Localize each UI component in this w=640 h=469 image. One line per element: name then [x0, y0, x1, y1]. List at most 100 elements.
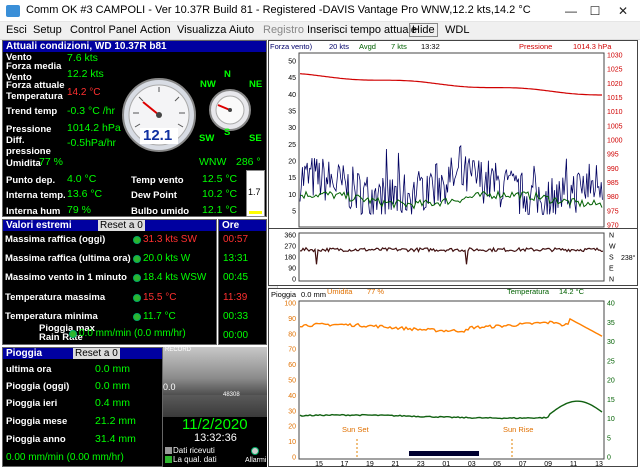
tick-label: 30: [607, 339, 615, 346]
indoor-temp-label: Interna temp.: [6, 190, 66, 201]
tick-label: 180: [284, 255, 296, 262]
wind-chill-label: Temp vento: [131, 175, 184, 186]
menu-esci[interactable]: Esci: [6, 24, 27, 36]
temperature-series-line: [299, 400, 603, 420]
x-tick-label: 13: [595, 461, 603, 468]
extremes-reset-button[interactable]: Reset a 0: [98, 220, 145, 231]
tick-label: 975: [607, 208, 619, 215]
menu-registro[interactable]: Registro: [263, 24, 304, 36]
direction-chart-svg: 360270180900 NWSEN: [284, 232, 616, 284]
tick-label: 10: [288, 192, 296, 199]
app-icon: [6, 5, 20, 17]
compass-s: S: [224, 127, 231, 138]
tick-label: 50: [288, 59, 296, 66]
tick-label: 60: [288, 362, 296, 369]
tick-label: E: [609, 266, 614, 273]
webcam-panel: RECORD 48308 0.0 11/2/2020 13:32:36 Dati…: [163, 347, 267, 467]
tick-label: 25: [607, 358, 615, 365]
x-tick-label: 09: [544, 461, 552, 468]
compass-n: N: [224, 69, 231, 80]
temperature-label: Temperatura: [6, 91, 63, 102]
indoor-hum-label: Interna hum: [6, 206, 61, 217]
extremes-header: Valori estremi Reset a 0: [3, 220, 216, 231]
rain-hour-value: 0.0 mm: [95, 363, 131, 375]
menu-visualizza[interactable]: Visualizza: [177, 24, 226, 36]
tick-label: 90: [288, 266, 296, 273]
gust-hour-label: Massima raffica (ultima ora): [5, 253, 131, 264]
x-tick-label: 05: [493, 461, 501, 468]
max-temp-time: 11:39: [223, 292, 248, 303]
menu-wdl[interactable]: WDL: [445, 24, 469, 36]
x-tick-label: 07: [519, 461, 527, 468]
x-tick-label: 19: [366, 461, 374, 468]
menu-action[interactable]: Action: [140, 24, 171, 36]
minimize-button[interactable]: —: [560, 3, 582, 19]
tick-label: 100: [284, 301, 296, 308]
menu-control-panel[interactable]: Control Panel: [70, 24, 137, 36]
x-tick-label: 15: [315, 461, 323, 468]
max-rain-rate-led: [69, 330, 77, 338]
dew-point-value: 4.0 °C: [67, 173, 97, 185]
tick-label: 270: [284, 244, 296, 251]
tick-label: 30: [288, 125, 296, 132]
data-received-indicator: [165, 447, 172, 454]
tick-label: 1030: [607, 53, 623, 60]
webcam-top-text: RECORD: [165, 347, 192, 353]
x-tick-label: 11: [570, 461, 577, 468]
pressure-label: Pressione: [6, 124, 52, 135]
min-temp-label: Temperatura minima: [5, 311, 98, 322]
maximize-button[interactable]: ☐: [584, 3, 606, 19]
tick-label: 15: [607, 397, 615, 404]
indoor-hum-value: 79 %: [67, 204, 91, 216]
max-temp-value: 15.5 °C: [143, 292, 177, 303]
wind-right-ticks: 1030 1025 1020 1015 1010 1005 1000 995 990 985 980…: [607, 53, 623, 230]
tick-label: 80: [288, 331, 296, 338]
tick-label: 30: [288, 408, 296, 415]
gust-today-led: [133, 236, 141, 244]
alarm-label: Allarmi: [245, 457, 267, 464]
pressure-diff-value: -0.5hPa/hr: [67, 137, 117, 149]
rain-today-label: Pioggia (oggi): [6, 381, 70, 392]
wind-direction-chart: 360 270 180 90 0 NWSEN 238°: [268, 228, 638, 286]
menu-inserisci[interactable]: Inserisci tempo attuale: [307, 24, 417, 36]
title-bar: Comm OK #3 CAMPOLI - Ver 10.37R Build 81…: [0, 0, 640, 22]
rain-today-value: 0.0 mm: [95, 380, 131, 392]
data-quality-label: La qual. dati: [173, 455, 217, 464]
humidity-chart-svg: 1009080706050403020100 4035302520151050 …: [284, 300, 615, 468]
humidity-value: 77 %: [39, 156, 63, 168]
sunrise-label: Sun Rise: [503, 425, 534, 434]
min-temp-led: [133, 313, 141, 321]
wind-series-line: [299, 144, 603, 216]
compass-sw: SW: [199, 133, 215, 144]
data-quality-indicator: [165, 456, 172, 463]
tick-label: 1010: [607, 109, 623, 116]
avg-wind-value: 12.2 kts: [67, 68, 104, 80]
humidity-label: Umidita: [6, 158, 41, 169]
tick-label: 10: [288, 439, 296, 446]
webcam-small-text: 48308: [223, 392, 240, 398]
tick-label: 1025: [607, 67, 623, 74]
direction-series-line: [299, 246, 604, 265]
x-tick-label: 01: [442, 461, 450, 468]
close-button[interactable]: ✕: [612, 3, 634, 19]
menu-aiuto[interactable]: Aiuto: [229, 24, 254, 36]
menu-setup[interactable]: Setup: [33, 24, 62, 36]
pressure-series-line: [299, 73, 602, 96]
tick-label: 20: [288, 424, 296, 431]
compass-se: SE: [249, 133, 262, 144]
tick-label: 1000: [607, 138, 623, 145]
rain-panel: Pioggia Reset a 0 ultima ora 0.0 mm Piog…: [2, 347, 163, 467]
alarm-indicator[interactable]: [251, 447, 259, 455]
gauge-value: 12.1: [143, 127, 173, 144]
max-wind-led: [133, 274, 141, 282]
extremes-panel: Valori estremi Reset a 0 Massima raffica…: [2, 219, 217, 345]
current-header: Attuali condizioni, WD 10.37R b81: [3, 41, 266, 52]
webcam-side-value: 0.0: [163, 382, 176, 392]
tick-label: 0: [292, 455, 296, 462]
menu-hide[interactable]: Hide: [409, 23, 438, 37]
direction-degrees: 238°: [621, 255, 636, 262]
wind-value: 7.6 kts: [67, 52, 98, 64]
rain-reset-button[interactable]: Reset a 0: [73, 348, 120, 359]
x-tick-label: 03: [468, 461, 476, 468]
max-wind-time: 00:45: [223, 272, 249, 283]
